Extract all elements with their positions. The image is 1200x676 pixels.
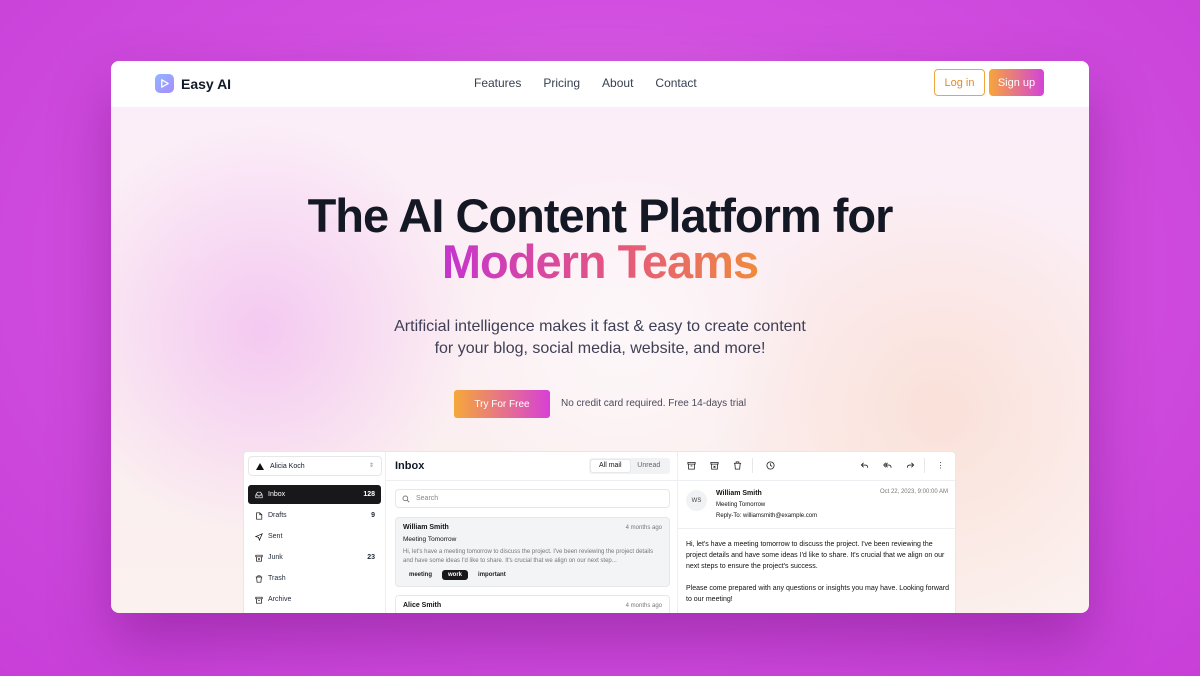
brand[interactable]: Easy AI (155, 74, 231, 93)
mail-from: Alice Smith (403, 602, 442, 609)
reply-icon[interactable] (860, 461, 869, 470)
avatar: WS (686, 490, 707, 511)
file-icon (256, 511, 263, 520)
archive-x-icon (255, 554, 263, 562)
reader-date: Oct 22, 2023, 9:00:00 AM (879, 489, 948, 495)
nav-link-about[interactable]: About (602, 76, 633, 90)
archive-icon[interactable] (687, 461, 696, 470)
sidebar-item-drafts[interactable]: Drafts 9 (248, 506, 381, 525)
tab-all-mail[interactable]: All mail (591, 460, 630, 472)
mail-sidebar: Alicia Koch ⇕ Inbox 128 Drafts 9 Sent Ju… (244, 452, 386, 613)
toolbar-divider (752, 458, 753, 473)
tag-badge: important (478, 572, 506, 578)
more-vertical-icon[interactable]: ⋮ (936, 461, 945, 470)
tag-badge: meeting (409, 572, 433, 578)
browser-window: Easy AI Features Pricing About Contact L… (111, 61, 1089, 613)
mail-from: William Smith (403, 524, 449, 531)
trash-icon (255, 574, 263, 583)
mail-item[interactable]: Alice Smith 4 months ago (395, 595, 670, 613)
toolbar-divider (924, 458, 925, 473)
reader-body-paragraph: Please come prepared with any questions … (686, 585, 950, 603)
sidebar-item-label: Trash (268, 575, 286, 582)
reader-toolbar: ⋮ (678, 452, 955, 480)
mail-filter-tabs: All mail Unread (589, 458, 670, 474)
sidebar-item-label: Sent (268, 533, 283, 540)
login-button[interactable]: Log in (934, 69, 985, 96)
account-logo-icon (256, 462, 264, 470)
archive-x-icon[interactable] (710, 461, 719, 470)
reader-reply-to: Reply-To: williamsmith@example.com (716, 513, 818, 519)
sidebar-item-count: 23 (367, 554, 375, 561)
mail-time: 4 months ago (625, 525, 662, 531)
clock-icon[interactable] (766, 461, 775, 470)
try-for-free-button[interactable]: Try For Free (454, 390, 550, 418)
sidebar-item-inbox[interactable]: Inbox 128 (248, 485, 381, 504)
search-icon (402, 495, 410, 502)
forward-icon[interactable] (906, 461, 915, 470)
sidebar-item-sent[interactable]: Sent (248, 527, 381, 546)
cta-note: No credit card required. Free 14-days tr… (561, 398, 747, 409)
sidebar-item-junk[interactable]: Junk 23 (248, 548, 381, 567)
mail-tags: meeting work important (403, 570, 662, 580)
account-switcher[interactable]: Alicia Koch ⇕ (248, 456, 382, 476)
nav-links: Features Pricing About Contact (474, 76, 697, 90)
nav-link-features[interactable]: Features (474, 76, 521, 90)
tag-badge: work (442, 570, 469, 580)
chevron-updown-icon: ⇕ (368, 463, 374, 469)
brand-name: Easy AI (181, 75, 232, 92)
inbox-title: Inbox (395, 460, 425, 472)
mail-app-preview: Alicia Koch ⇕ Inbox 128 Drafts 9 Sent Ju… (243, 451, 956, 613)
reader-sender: William Smith (716, 490, 762, 497)
mail-reader-panel: ⋮ WS William Smith Meeting Tomorrow Repl… (678, 452, 955, 613)
hero-subtitle-line1: Artificial intelligence makes it fast & … (394, 318, 806, 335)
sidebar-item-archive[interactable]: Archive (248, 590, 381, 609)
sidebar-item-trash[interactable]: Trash (248, 569, 381, 588)
signup-button[interactable]: Sign up (989, 69, 1044, 96)
reader-subject: Meeting Tomorrow (716, 502, 766, 508)
sidebar-item-label: Junk (268, 554, 283, 561)
account-name: Alicia Koch (270, 462, 305, 470)
top-navbar: Easy AI Features Pricing About Contact L… (111, 61, 1089, 107)
sidebar-item-label: Inbox (268, 491, 286, 498)
archive-icon (255, 596, 263, 604)
trash-icon[interactable] (733, 461, 742, 470)
reader-body-paragraph: Hi, let's have a meeting tomorrow to dis… (686, 541, 945, 570)
mail-subject: Meeting Tomorrow (403, 536, 457, 543)
search-placeholder: Search (416, 495, 439, 502)
divider (678, 528, 955, 529)
divider (386, 480, 678, 481)
sidebar-item-label: Drafts (268, 512, 287, 519)
hero-title-highlight: Modern Teams (441, 235, 759, 288)
inbox-icon (255, 491, 263, 498)
sidebar-item-count: 128 (363, 491, 375, 498)
mail-item[interactable]: William Smith 4 months ago Meeting Tomor… (395, 517, 670, 587)
divider (678, 480, 955, 481)
play-logo-icon (155, 74, 174, 93)
hero-subtitle-line2: for your blog, social media, website, an… (434, 340, 766, 357)
nav-link-contact[interactable]: Contact (655, 76, 696, 90)
reader-body: Hi, let's have a meeting tomorrow to dis… (686, 539, 952, 605)
search-input[interactable]: Search (395, 489, 670, 508)
hero-title-line2: Modern Teams (111, 234, 1089, 289)
nav-link-pricing[interactable]: Pricing (543, 76, 580, 90)
send-icon (255, 532, 263, 541)
reply-all-icon[interactable] (883, 461, 892, 470)
mail-preview: Hi, let's have a meeting tomorrow to dis… (403, 549, 654, 564)
sidebar-item-label: Archive (268, 596, 292, 603)
sidebar-item-count: 9 (371, 512, 375, 519)
mail-list-panel: Inbox All mail Unread Search William Smi… (386, 452, 678, 613)
tab-unread[interactable]: Unread (630, 460, 669, 472)
mail-time: 4 months ago (625, 603, 662, 609)
